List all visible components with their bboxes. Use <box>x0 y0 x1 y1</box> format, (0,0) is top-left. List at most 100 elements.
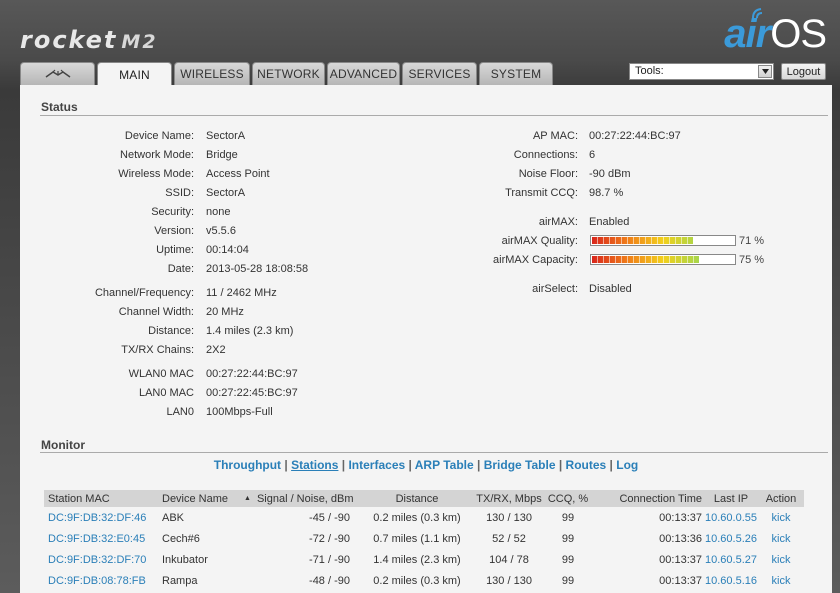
status-label: LAN0 <box>166 406 194 418</box>
airos-logo: airOS <box>724 8 827 57</box>
kick-link[interactable]: kick <box>760 570 802 591</box>
column-header[interactable]: ▲ Signal / Noise, dBm <box>244 490 372 507</box>
tab-ubnt-logo[interactable] <box>20 62 95 85</box>
status-value: 2X2 <box>206 344 226 356</box>
monitor-link-arp-table[interactable]: ARP Table <box>415 458 474 472</box>
kick-link[interactable]: kick <box>760 507 802 528</box>
monitor-link-routes[interactable]: Routes <box>566 458 607 472</box>
monitor-link-interfaces[interactable]: Interfaces <box>348 458 405 472</box>
status-value: Disabled <box>589 283 632 295</box>
stations-table-header: Station MAC Device Name ▲ Signal / Noise, d… <box>44 490 804 507</box>
status-label: TX/RX Chains: <box>121 344 194 356</box>
table-cell: 99 <box>561 511 575 524</box>
table-cell: 0.7 miles (1.1 km) <box>373 532 461 545</box>
column-header[interactable]: CCQ, % <box>538 490 598 507</box>
column-header[interactable]: Distance <box>362 490 472 507</box>
table-cell: ABK <box>162 511 185 524</box>
status-value: 98.7 % <box>589 187 624 199</box>
table-cell: 00:13:37 <box>659 574 702 587</box>
table-cell: 00:13:37 <box>659 511 702 524</box>
table-cell: Inkubator <box>162 553 208 566</box>
column-header-label: Signal / Noise, dBm <box>256 492 354 505</box>
table-cell: -72 / -90 <box>309 532 350 545</box>
station-mac-link[interactable]: DC:9F:DB:32:DF:70 <box>48 549 158 570</box>
table-cell: -45 / -90 <box>309 511 350 524</box>
stations-table-body: DC:9F:DB:32:DF:46 ABK -45 / -90 0.2 miles (… <box>44 507 804 591</box>
table-cell: -48 / -90 <box>309 574 350 587</box>
monitor-link-bridge-table[interactable]: Bridge Table <box>484 458 556 472</box>
status-label: Distance: <box>148 325 194 337</box>
status-label: airSelect: <box>532 283 578 295</box>
main-tabs: MAIN WIRELESS NETWORK ADVANCED SERVICES … <box>20 62 555 86</box>
monitor-link-throughput[interactable]: Throughput <box>214 458 281 472</box>
link-separator: | <box>555 458 566 472</box>
chevron-down-icon[interactable] <box>758 65 772 78</box>
status-label: Connections: <box>513 149 578 161</box>
logout-button[interactable]: Logout <box>781 63 826 80</box>
status-label: AP MAC: <box>532 130 578 142</box>
tab-advanced[interactable]: ADVANCED <box>327 62 400 85</box>
column-header-label: Device Name <box>162 492 229 505</box>
monitor-link-stations[interactable]: Stations <box>291 458 338 472</box>
monitor-link-log[interactable]: Log <box>616 458 638 472</box>
signal-icon <box>752 8 763 19</box>
table-row: DC:9F:DB:32:DF:46 ABK -45 / -90 0.2 miles (… <box>44 507 804 528</box>
kick-link[interactable]: kick <box>760 549 802 570</box>
status-value: 00:27:22:44:BC:97 <box>206 368 298 380</box>
table-cell: 0.2 miles (0.3 km) <box>373 511 461 524</box>
status-value: 00:27:22:45:BC:97 <box>206 387 298 399</box>
tab-wireless[interactable]: WIRELESS <box>174 62 250 85</box>
column-header-label: Last IP <box>713 492 749 505</box>
table-row: DC:9F:DB:32:E0:45 Cech#6 -72 / -90 0.7 mile… <box>44 528 804 549</box>
station-mac-link[interactable]: DC:9F:DB:32:E0:45 <box>48 528 158 549</box>
column-header[interactable]: Action <box>760 490 802 507</box>
column-header-label: Station MAC <box>48 492 110 505</box>
table-cell: 1.4 miles (2.3 km) <box>373 553 461 566</box>
table-cell: Rampa <box>162 574 198 587</box>
status-label: airMAX Capacity: <box>493 254 578 266</box>
last-ip-link[interactable]: 10.60.0.55 <box>700 507 762 528</box>
status-value: 6 <box>589 149 596 161</box>
tools-select[interactable]: Tools: <box>629 63 774 80</box>
station-mac-link[interactable]: DC:9F:DB:32:DF:46 <box>48 507 158 528</box>
station-mac-link[interactable]: DC:9F:DB:08:78:FB <box>48 570 158 591</box>
status-title: Status <box>41 100 78 114</box>
main-panel: Status Device Name: SectorA Network Mode: B… <box>20 85 832 593</box>
column-header[interactable]: Last IP <box>700 490 762 507</box>
table-cell: -71 / -90 <box>309 553 350 566</box>
status-label: airMAX: <box>538 216 578 228</box>
link-separator: | <box>338 458 349 472</box>
kick-link[interactable]: kick <box>760 528 802 549</box>
column-header[interactable]: Station MAC <box>48 490 158 507</box>
link-separator: | <box>405 458 415 472</box>
last-ip-link[interactable]: 10.60.5.26 <box>700 528 762 549</box>
ubnt-icon <box>45 69 70 78</box>
column-header[interactable]: Device Name <box>162 490 242 507</box>
status-divider <box>40 115 828 116</box>
last-ip-link[interactable]: 10.60.5.27 <box>700 549 762 570</box>
tab-network[interactable]: NETWORK <box>252 62 325 85</box>
monitor-divider <box>40 452 828 453</box>
tab-system[interactable]: SYSTEM <box>479 62 553 85</box>
status-value: Enabled <box>589 216 630 228</box>
table-cell: Cech#6 <box>162 532 200 545</box>
tab-main[interactable]: MAIN <box>97 62 172 86</box>
column-header[interactable]: Connection Time <box>592 490 702 507</box>
status-label: Channel Width: <box>118 306 194 318</box>
status-value: 20 MHz <box>206 306 244 318</box>
link-separator: | <box>281 458 292 472</box>
table-row: DC:9F:DB:08:78:FB Rampa -48 / -90 0.2 miles… <box>44 570 804 591</box>
status-value: -90 dBm <box>589 168 631 180</box>
last-ip-link[interactable]: 10.60.5.16 <box>700 570 762 591</box>
table-cell: 99 <box>561 532 575 545</box>
column-header-label: TX/RX, Mbps <box>476 492 542 505</box>
table-cell: 00:13:37 <box>659 553 702 566</box>
sort-asc-icon[interactable]: ▲ <box>244 495 251 502</box>
airmax-quality-meter <box>590 235 736 246</box>
status-value: 1.4 miles (2.3 km) <box>206 325 294 337</box>
airmax-quality-percent: 71 % <box>739 235 765 247</box>
status-label: Transmit CCQ: <box>505 187 578 199</box>
status-label: LAN0 MAC <box>138 387 194 399</box>
tab-services[interactable]: SERVICES <box>402 62 477 85</box>
status-value: 00:27:22:44:BC:97 <box>589 130 681 142</box>
